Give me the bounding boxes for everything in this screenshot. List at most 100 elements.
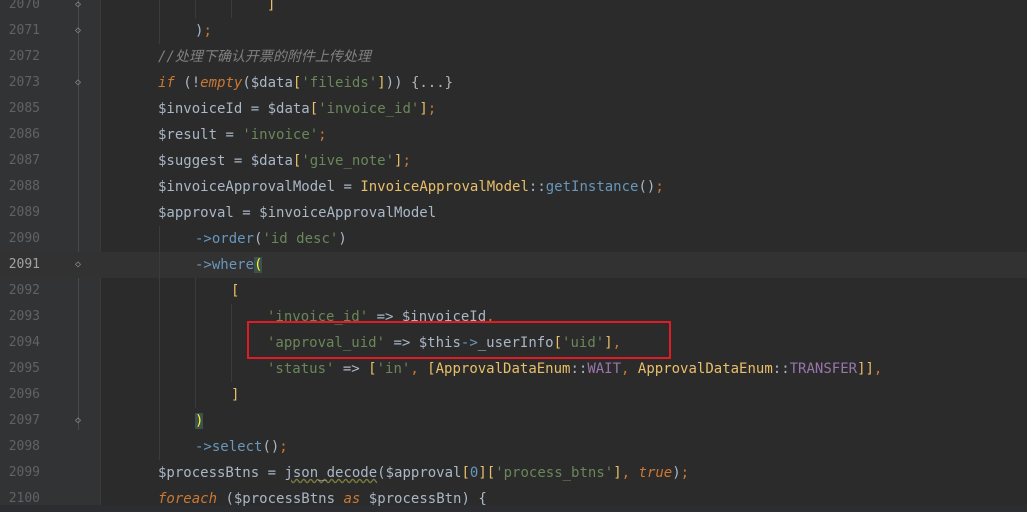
- code-token: ]: [377, 75, 386, 91]
- indent-guide: [159, 356, 160, 382]
- code-line[interactable]: 2092 [: [0, 278, 1027, 304]
- fold-marker-icon[interactable]: ◇: [73, 0, 83, 10]
- code-line[interactable]: 2088 $invoiceApprovalModel = InvoiceAppro…: [0, 174, 1027, 200]
- fold-marker-icon[interactable]: ◇: [73, 78, 83, 88]
- code-token: $data: [267, 101, 310, 117]
- code-token: ,: [621, 465, 639, 481]
- fold-marker-icon[interactable]: ◇: [73, 260, 83, 270]
- code-token: $data: [250, 75, 293, 91]
- code-token: ::: [528, 179, 546, 195]
- indent-guide: [159, 304, 160, 330]
- indent-guide: [159, 252, 160, 278]
- code-line[interactable]: 2090 ->order('id desc'): [0, 226, 1027, 252]
- code-text[interactable]: $approval = $invoiceApprovalModel: [158, 200, 436, 226]
- indent-guide: [231, 356, 232, 382]
- code-line[interactable]: 2098 ->select();: [0, 434, 1027, 460]
- code-token: where: [211, 257, 255, 273]
- code-text[interactable]: [: [231, 278, 239, 304]
- code-token: =: [225, 153, 251, 169]
- indent-guide: [231, 330, 232, 356]
- line-number: 2072: [8, 49, 40, 64]
- code-line[interactable]: 2086 $result = 'invoice';: [0, 122, 1027, 148]
- code-line[interactable]: 2099 $processBtns = json_decode($approval…: [0, 460, 1027, 486]
- fold-marker-icon[interactable]: ◇: [73, 26, 83, 36]
- code-token: ;: [203, 23, 212, 39]
- code-text[interactable]: $suggest = $data['give_note'];: [158, 148, 411, 174]
- indent-guide: [159, 330, 160, 356]
- code-line[interactable]: 2089 $approval = $invoiceApprovalModel: [0, 200, 1027, 226]
- line-number: 2092: [8, 283, 40, 298]
- code-text[interactable]: );: [195, 18, 212, 44]
- code-text[interactable]: $invoiceApprovalModel = InvoiceApprovalM…: [158, 174, 664, 200]
- code-token: //处理下确认开票的附件上传处理: [158, 49, 371, 65]
- code-token: ApprovalDataEnum: [435, 361, 571, 377]
- code-token: TRANSFER: [789, 361, 858, 377]
- code-token: $result: [158, 127, 218, 143]
- code-lines[interactable]: 2070 ◇] 2071 ◇); 2072 //处理下确认开票的附件上传处理 2073 ◇ if…: [0, 0, 1027, 512]
- line-number: 2071: [8, 23, 40, 38]
- indent-guide: [159, 382, 160, 408]
- code-token: 'process_btns': [495, 465, 614, 481]
- indent-guide: [195, 278, 196, 304]
- indent-guide: [159, 0, 160, 18]
- code-token: if: [158, 75, 175, 91]
- code-line[interactable]: 2072 //处理下确认开票的附件上传处理: [0, 44, 1027, 70]
- code-text[interactable]: $processBtns = json_decode($approval[0][…: [158, 460, 689, 486]
- code-token: [: [231, 283, 240, 299]
- code-token: ->: [195, 439, 212, 455]
- code-line[interactable]: 2097 ◇): [0, 408, 1027, 434]
- code-text[interactable]: ->select();: [195, 434, 288, 460]
- code-token: (: [377, 465, 386, 481]
- code-token: ]: [231, 387, 240, 403]
- indent-guide: [159, 408, 160, 434]
- code-token: 'id desc': [262, 231, 339, 247]
- code-line[interactable]: 2087 $suggest = $data['give_note'];: [0, 148, 1027, 174]
- indent-guide: [159, 226, 160, 252]
- code-text[interactable]: ): [195, 408, 204, 434]
- code-token: [: [309, 101, 319, 117]
- code-line[interactable]: 2100 foreach ($processBtns as $processBtn…: [0, 486, 1027, 512]
- fold-marker-icon[interactable]: ◇: [73, 416, 83, 426]
- indent-guide: [195, 304, 196, 330]
- code-text[interactable]: ]: [231, 382, 239, 408]
- code-token: ): [672, 465, 681, 481]
- code-token: (!: [174, 75, 201, 91]
- code-token: )): [385, 75, 411, 91]
- code-token: ->: [195, 231, 212, 247]
- line-number: 2091: [8, 257, 40, 272]
- code-token: (: [242, 75, 251, 91]
- code-text[interactable]: ->where(: [195, 252, 263, 278]
- code-text[interactable]: $invoiceId = $data['invoice_id'];: [158, 96, 436, 122]
- code-line[interactable]: 2085 $invoiceId = $data['invoice_id'];: [0, 96, 1027, 122]
- code-token: empty: [200, 75, 243, 91]
- indent-guide: [159, 434, 160, 460]
- line-number: 2095: [8, 361, 40, 376]
- code-line[interactable]: 2091 ◇ ->where(: [0, 252, 1027, 278]
- code-text[interactable]: ]: [267, 0, 275, 18]
- code-line[interactable]: 2073 ◇ if (!empty($data['fileids'])) {...}: [0, 70, 1027, 96]
- code-token: $approval: [158, 205, 234, 221]
- code-token: WAIT: [587, 361, 622, 377]
- code-text[interactable]: $result = 'invoice';: [158, 122, 327, 148]
- code-token: ]: [419, 101, 428, 117]
- line-number: 2073: [8, 75, 40, 90]
- indent-guide: [195, 382, 196, 408]
- code-text[interactable]: foreach ($processBtns as $processBtn) {: [158, 486, 487, 512]
- code-text[interactable]: 'status' => ['in', [ApprovalDataEnum::WA…: [267, 356, 882, 382]
- line-number: 2088: [8, 179, 40, 194]
- code-token: getInstance: [545, 179, 639, 195]
- code-text[interactable]: if (!empty($data['fileids'])) {...}: [158, 70, 453, 96]
- line-number: 2086: [8, 127, 40, 142]
- code-text[interactable]: ->order('id desc'): [195, 226, 347, 252]
- code-token: $approval: [385, 465, 462, 481]
- code-text[interactable]: //处理下确认开票的附件上传处理: [158, 44, 371, 70]
- code-token: ,: [410, 361, 428, 377]
- code-line[interactable]: 2095 'status' => ['in', [ApprovalDataEnum…: [0, 356, 1027, 382]
- code-line[interactable]: 2096]: [0, 382, 1027, 408]
- code-token: (): [262, 439, 280, 455]
- code-line[interactable]: 2071 ◇);: [0, 18, 1027, 44]
- code-token: ]]: [857, 361, 874, 377]
- code-token: 'status': [267, 361, 335, 377]
- code-line[interactable]: 2070 ◇]: [0, 0, 1027, 18]
- code-editor[interactable]: 2070 ◇] 2071 ◇); 2072 //处理下确认开票的附件上传处理 2073 ◇ if…: [0, 0, 1027, 507]
